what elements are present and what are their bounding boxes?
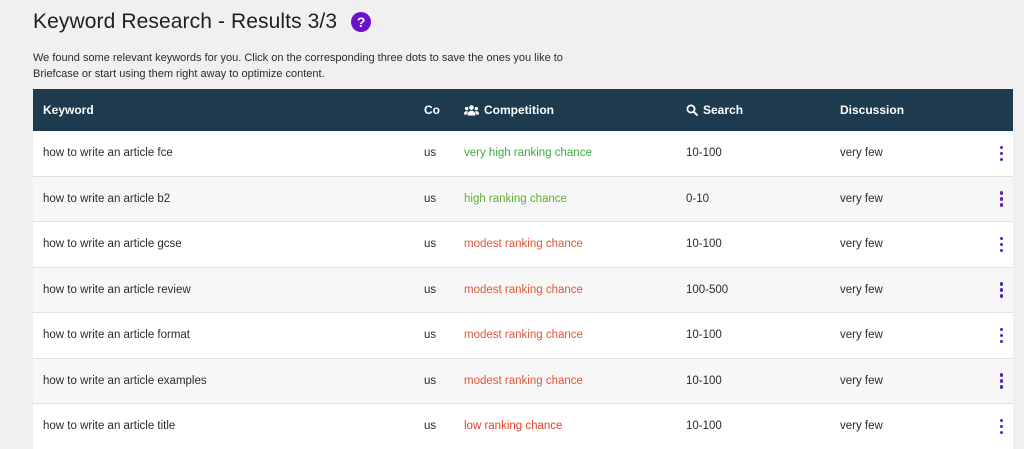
table-row: how to write an article review us modest r… [33, 267, 1013, 313]
country-cell: us [424, 374, 437, 387]
row-menu-button[interactable] [990, 279, 1013, 301]
vertical-dots-icon[interactable] [996, 279, 1008, 301]
table-row: how to write an article examples us modest… [33, 358, 1013, 404]
row-menu-button[interactable] [990, 143, 1013, 165]
discussion-cell: very few [840, 374, 883, 387]
table-row: how to write an article format us modest r… [33, 313, 1013, 359]
search-volume-cell: 0-10 [686, 192, 710, 205]
vertical-dots-icon[interactable] [996, 234, 1008, 256]
country-cell: us [424, 238, 437, 251]
title-row: Keyword Research - Results 3/3 ? [33, 8, 372, 36]
discussion-cell: very few [840, 329, 883, 342]
row-menu-button[interactable] [990, 416, 1013, 438]
competition-cell: low ranking chance [464, 420, 563, 433]
competition-cell: modest ranking chance [464, 283, 583, 296]
search-volume-cell: 10-100 [686, 147, 722, 160]
table-row: how to write an article gcse us modest ran… [33, 222, 1013, 268]
question-circle-icon[interactable]: ? [351, 12, 372, 32]
country-cell: us [424, 147, 437, 160]
vertical-dots-icon[interactable] [996, 143, 1008, 165]
search-volume-cell: 10-100 [686, 238, 722, 251]
column-header-keyword[interactable]: Keyword [33, 103, 424, 117]
discussion-cell: very few [840, 420, 883, 433]
competition-cell: modest ranking chance [464, 238, 583, 251]
keyword-research-page: Keyword Research - Results 3/3 ? We foun… [0, 0, 1024, 449]
keywords-table: Keyword Co Competition Search Discussion… [33, 89, 1013, 449]
users-icon [464, 104, 479, 116]
column-header-competition-label: Competition [484, 103, 554, 117]
keyword-cell: how to write an article fce [43, 147, 173, 160]
keyword-cell: how to write an article gcse [43, 238, 182, 251]
search-icon [686, 104, 698, 116]
keyword-cell: how to write an article b2 [43, 192, 171, 205]
discussion-cell: very few [840, 238, 883, 251]
search-volume-cell: 10-100 [686, 420, 722, 433]
page-description: We found some relevant keywords for you.… [33, 52, 563, 80]
search-volume-cell: 10-100 [686, 374, 722, 387]
country-cell: us [424, 192, 437, 205]
row-menu-button[interactable] [990, 325, 1013, 347]
column-header-search[interactable]: Search [686, 103, 840, 117]
vertical-dots-icon[interactable] [996, 416, 1008, 438]
country-cell: us [424, 420, 437, 433]
discussion-cell: very few [840, 147, 883, 160]
discussion-cell: very few [840, 192, 883, 205]
country-cell: us [424, 283, 437, 296]
keyword-cell: how to write an article review [43, 283, 191, 296]
competition-cell: high ranking chance [464, 192, 567, 205]
table-header: Keyword Co Competition Search Discussion [33, 89, 1013, 131]
search-volume-cell: 10-100 [686, 329, 722, 342]
column-header-competition[interactable]: Competition [464, 103, 686, 117]
row-menu-button[interactable] [990, 370, 1013, 392]
vertical-dots-icon[interactable] [996, 188, 1008, 210]
page-title: Keyword Research - Results 3/3 [33, 10, 338, 33]
discussion-cell: very few [840, 283, 883, 296]
competition-cell: modest ranking chance [464, 374, 583, 387]
row-menu-button[interactable] [990, 188, 1013, 210]
table-row: how to write an article b2 us high ranking… [33, 176, 1013, 222]
country-cell: us [424, 329, 437, 342]
vertical-dots-icon[interactable] [996, 325, 1008, 347]
keyword-cell: how to write an article examples [43, 374, 207, 387]
table-row: how to write an article title us low ranki… [33, 404, 1013, 449]
competition-cell: very high ranking chance [464, 147, 592, 160]
keyword-cell: how to write an article title [43, 420, 176, 433]
column-header-discussion[interactable]: Discussion [840, 103, 990, 117]
search-volume-cell: 100-500 [686, 283, 729, 296]
column-header-search-label: Search [703, 103, 744, 117]
column-header-country[interactable]: Co [424, 103, 464, 117]
keyword-cell: how to write an article format [43, 329, 191, 342]
table-body: how to write an article fce us very high r… [33, 131, 1013, 449]
vertical-dots-icon[interactable] [996, 370, 1008, 392]
table-row: how to write an article fce us very high r… [33, 131, 1013, 177]
competition-cell: modest ranking chance [464, 329, 583, 342]
row-menu-button[interactable] [990, 234, 1013, 256]
